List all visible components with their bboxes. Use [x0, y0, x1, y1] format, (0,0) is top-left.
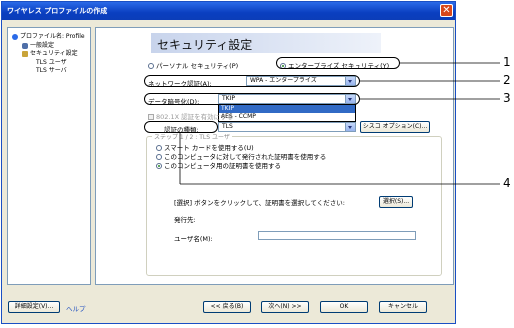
callout-lines — [179, 62, 500, 185]
callout-number-4: 4 — [503, 176, 511, 190]
callout-number-3: 3 — [503, 91, 511, 105]
callout-number-1: 1 — [503, 55, 511, 69]
callout-number-2: 2 — [503, 73, 511, 87]
